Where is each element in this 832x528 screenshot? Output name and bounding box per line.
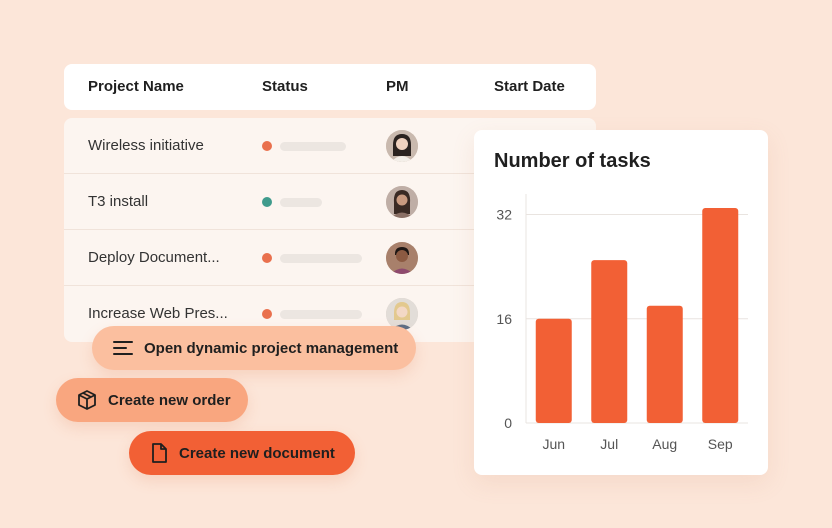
package-box-icon	[76, 389, 98, 411]
status-dot	[262, 309, 272, 319]
document-icon	[149, 442, 169, 464]
status-bar	[280, 254, 362, 263]
column-header-status[interactable]: Status	[262, 64, 308, 110]
chart-title: Number of tasks	[494, 150, 651, 172]
create-new-order-button[interactable]: Create new order	[56, 378, 248, 422]
tasks-bar-chart: 0 16 32 Jun Jul Aug Sep	[496, 194, 748, 452]
pm-avatar[interactable]	[386, 242, 418, 274]
project-name: Wireless initiative	[88, 137, 204, 154]
project-name: T3 install	[88, 193, 149, 210]
status-dot	[262, 141, 272, 151]
person-avatar-icon	[386, 130, 418, 162]
create-new-document-button[interactable]: Create new document	[129, 431, 355, 475]
status-bar	[280, 198, 322, 207]
status-bar	[280, 142, 346, 151]
bar-jun	[535, 318, 572, 423]
pm-avatar[interactable]	[386, 186, 418, 218]
status-dot	[262, 253, 272, 263]
y-tick-label: 32	[496, 207, 512, 223]
tasks-chart-card: 0 16 32 Jun Jul Aug Sep Number of tasks	[474, 130, 768, 475]
column-header-start-date[interactable]: Start Date	[494, 64, 565, 110]
person-avatar-icon	[386, 186, 418, 218]
status-bar	[280, 310, 362, 319]
open-dynamic-project-management-label: Open dynamic project management	[144, 339, 399, 357]
bar-aug	[646, 305, 683, 423]
pm-avatar[interactable]	[386, 130, 418, 162]
x-tick-label: Aug	[652, 436, 677, 452]
project-name: Deploy Document...	[88, 249, 220, 266]
column-header-pm[interactable]: PM	[386, 64, 409, 110]
column-header-project-name[interactable]: Project Name	[88, 64, 184, 110]
x-tick-label: Jul	[600, 436, 618, 452]
x-tick-label: Sep	[708, 436, 733, 452]
status-dot	[262, 197, 272, 207]
menu-lines-icon	[112, 339, 134, 357]
open-dynamic-project-management-button[interactable]: Open dynamic project management	[92, 326, 416, 370]
bar-sep	[702, 208, 739, 423]
x-tick-label: Jun	[542, 436, 565, 452]
table-header: Project Name Status PM Start Date	[64, 64, 596, 110]
person-avatar-icon	[386, 242, 418, 274]
create-new-order-label: Create new order	[108, 391, 231, 409]
y-tick-label: 0	[504, 415, 512, 431]
create-new-document-label: Create new document	[179, 444, 335, 462]
bar-jul	[591, 260, 628, 423]
y-tick-label: 16	[496, 311, 512, 327]
